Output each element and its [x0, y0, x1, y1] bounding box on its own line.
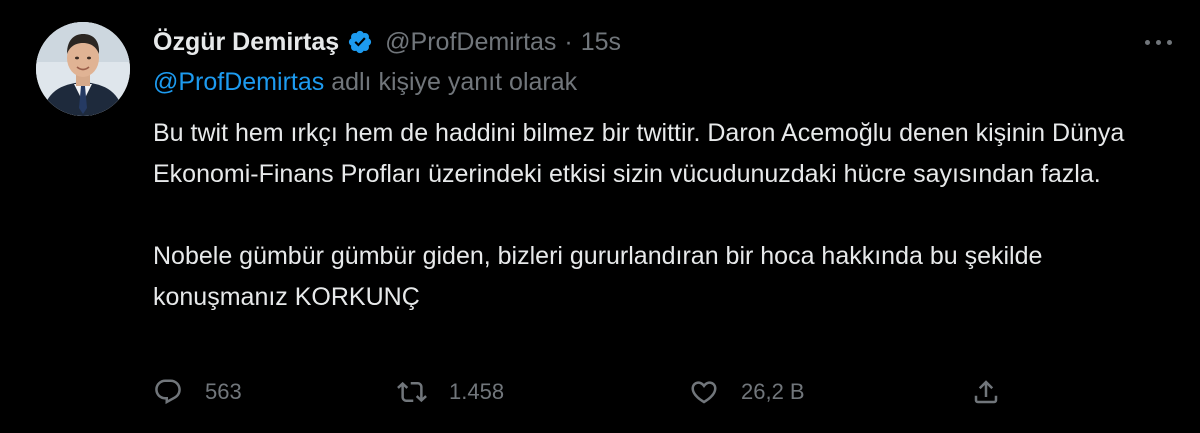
- separator-dot: ·: [564, 27, 573, 56]
- author-handle[interactable]: @ProfDemirtas: [385, 28, 556, 57]
- more-dots-icon[interactable]: [1136, 26, 1180, 58]
- verified-badge-icon: [347, 29, 373, 55]
- tweet-paragraph-1: Bu twit hem ırkçı hem de haddini bilmez …: [153, 119, 1132, 188]
- reply-context-suffix: adlı kişiye yanıt olarak: [324, 68, 578, 96]
- reply-button[interactable]: 563: [153, 372, 242, 412]
- reply-context: @ProfDemirtas adlı kişiye yanıt olarak: [153, 68, 577, 97]
- retweet-icon: [397, 377, 427, 407]
- share-icon: [971, 377, 1001, 407]
- tweet[interactable]: Özgür Demirtaş @ProfDemirtas · 15s @Prof…: [0, 0, 1200, 433]
- tweet-time[interactable]: 15s: [581, 28, 621, 57]
- like-button[interactable]: 26,2 B: [689, 372, 805, 412]
- share-button[interactable]: [971, 372, 1001, 412]
- tweet-header: Özgür Demirtaş @ProfDemirtas · 15s: [153, 22, 621, 62]
- tweet-text: Bu twit hem ırkçı hem de haddini bilmez …: [153, 113, 1163, 318]
- display-name[interactable]: Özgür Demirtaş: [153, 28, 339, 57]
- retweet-button[interactable]: 1.458: [397, 372, 504, 412]
- tweet-actions: 563 1.458 26,2 B: [153, 372, 1013, 412]
- reply-mention-link[interactable]: @ProfDemirtas: [153, 68, 324, 96]
- avatar[interactable]: [36, 22, 130, 116]
- heart-icon: [689, 377, 719, 407]
- reply-bubble-icon: [153, 377, 183, 407]
- reply-count: 563: [205, 379, 242, 404]
- retweet-count: 1.458: [449, 379, 505, 404]
- like-count: 26,2 B: [741, 379, 805, 404]
- tweet-paragraph-2: Nobele gümbür gümbür giden, bizleri guru…: [153, 242, 1050, 311]
